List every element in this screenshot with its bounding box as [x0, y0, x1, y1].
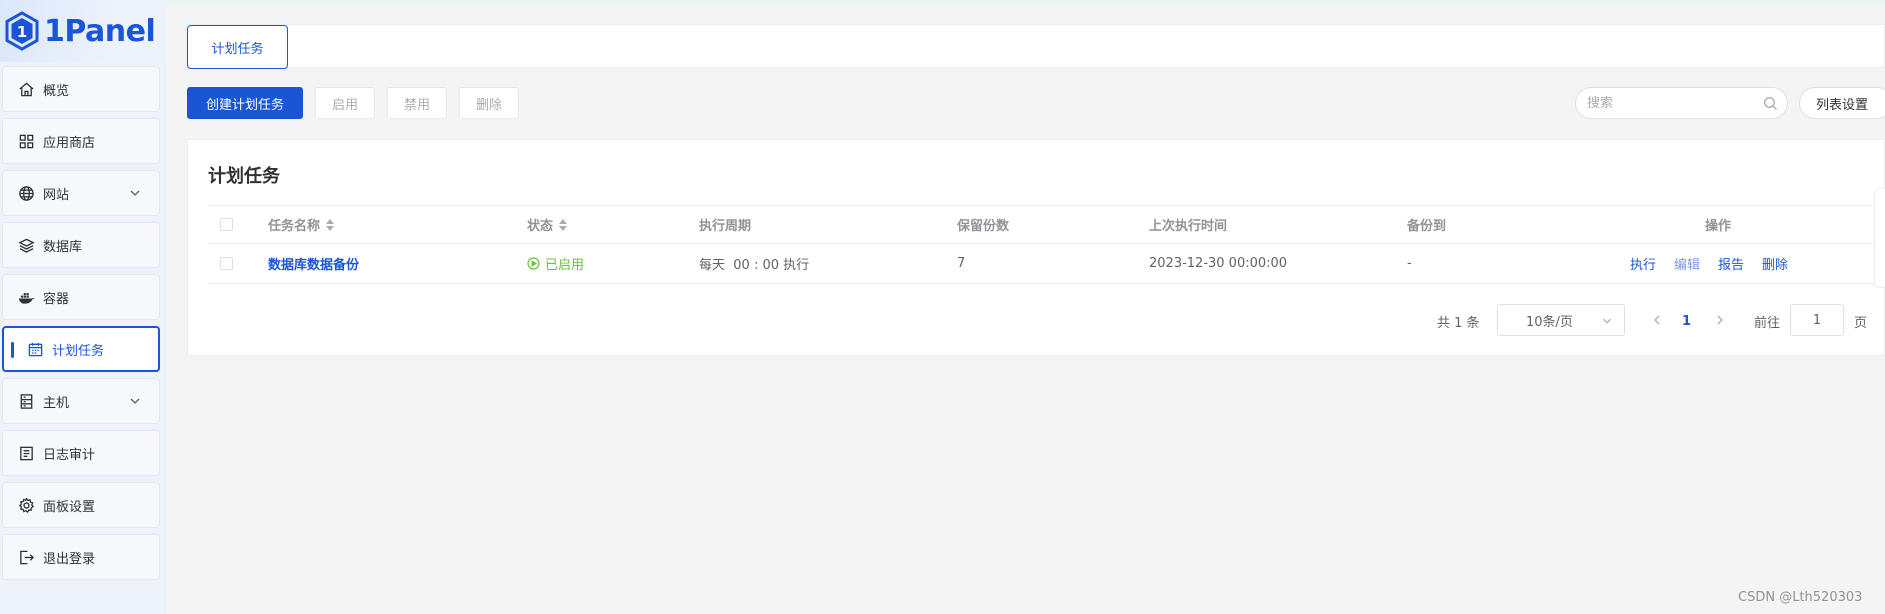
gear-icon [17, 496, 35, 514]
sidebar-item-label: 容器 [43, 291, 70, 307]
enable-button[interactable]: 启用 [315, 87, 375, 119]
top-accent-line [166, 0, 1885, 4]
watermark: CSDN @Lth520303 [1738, 590, 1863, 605]
task-name-link[interactable]: 数据库数据备份 [268, 244, 359, 283]
calendar-icon [26, 340, 44, 358]
sort-icon[interactable] [559, 218, 568, 231]
logo[interactable]: 1 1Panel [0, 0, 166, 62]
column-header-actions: 操作 [1705, 219, 1732, 234]
retain-cell: 7 [957, 256, 966, 271]
sidebar-item-cronjob[interactable]: 计划任务 [2, 326, 160, 372]
backup-to-cell: - [1407, 256, 1412, 271]
chevron-down-icon [1603, 318, 1611, 324]
search-box [1575, 87, 1788, 119]
sidebar-item-overview[interactable]: 概览 [2, 66, 160, 112]
goto-label: 前往 [1754, 315, 1781, 331]
sidebar-item-label: 面板设置 [43, 499, 96, 515]
sidebar-item-website[interactable]: 网站 [2, 170, 160, 216]
sidebar-item-label: 应用商店 [43, 135, 96, 151]
column-header-backup-to: 备份到 [1407, 219, 1447, 234]
sidebar-item-label: 日志审计 [43, 447, 96, 463]
sidebar-item-label: 计划任务 [52, 343, 105, 359]
log-icon [17, 444, 35, 462]
column-header-cycle: 执行周期 [699, 219, 752, 234]
page-size-select[interactable]: 10条/页 [1497, 304, 1625, 336]
status-badge[interactable]: 已启用 [527, 244, 584, 283]
select-all-checkbox[interactable] [220, 206, 233, 243]
column-header-retain: 保留份数 [957, 219, 1010, 234]
side-panel-edge[interactable] [1874, 188, 1885, 288]
tab-bar: 计划任务 [186, 24, 1885, 69]
list-settings-button[interactable]: 列表设置 [1799, 87, 1885, 119]
sidebar-item-panel-settings[interactable]: 面板设置 [2, 482, 160, 528]
column-header-status[interactable]: 状态 [527, 206, 568, 243]
sidebar-item-app-store[interactable]: 应用商店 [2, 118, 160, 164]
cronjob-card: 计划任务 任务名称 状态 执行周期 保留份数 上次执行时间 备份到 操作 数据库… [187, 139, 1885, 356]
card-title: 计划任务 [208, 166, 280, 187]
sidebar-item-label: 退出登录 [43, 551, 96, 567]
cycle-cell: 每天 00 : 00 执行 [699, 258, 810, 273]
globe-icon [17, 184, 35, 202]
sidebar-item-label: 数据库 [43, 239, 83, 255]
sidebar-item-container[interactable]: 容器 [2, 274, 160, 320]
chevron-down-icon [130, 190, 140, 196]
page-number-current[interactable]: 1 [1682, 305, 1691, 337]
sidebar-item-database[interactable]: 数据库 [2, 222, 160, 268]
delete-button[interactable]: 删除 [459, 87, 519, 119]
home-icon [17, 80, 35, 98]
page-suffix: 页 [1854, 315, 1868, 331]
logo-hexagon-icon: 1 [5, 11, 39, 51]
actions-cell: 执行 编辑 报告 删除 [1630, 244, 1806, 283]
sidebar-item-host[interactable]: 主机 [2, 378, 160, 424]
sidebar-item-label: 主机 [43, 395, 70, 411]
create-cronjob-button[interactable]: 创建计划任务 [187, 87, 303, 119]
search-input[interactable] [1587, 95, 1757, 111]
docker-icon [17, 288, 35, 306]
table-row: 数据库数据备份 已启用 每天 00 : 00 执行 7 2023-12-30 0… [208, 244, 1885, 284]
search-icon[interactable] [1763, 96, 1778, 111]
sidebar-item-label: 概览 [43, 83, 70, 99]
disable-button[interactable]: 禁用 [387, 87, 447, 119]
sidebar-item-log-audit[interactable]: 日志审计 [2, 430, 160, 476]
server-icon [17, 392, 35, 410]
play-circle-icon [527, 257, 540, 270]
table-header: 任务名称 状态 执行周期 保留份数 上次执行时间 备份到 操作 [208, 205, 1885, 244]
chevron-down-icon [130, 398, 140, 404]
tab-cronjob[interactable]: 计划任务 [187, 25, 288, 69]
report-link[interactable]: 报告 [1718, 254, 1744, 273]
grid-icon [17, 132, 35, 150]
next-page-icon[interactable] [1715, 313, 1725, 327]
column-header-last-run: 上次执行时间 [1149, 219, 1228, 234]
delete-link[interactable]: 删除 [1762, 254, 1788, 273]
sort-icon[interactable] [326, 218, 335, 231]
prev-page-icon[interactable] [1652, 313, 1662, 327]
pagination-total: 共 1 条 [1437, 315, 1480, 331]
execute-link[interactable]: 执行 [1630, 254, 1656, 273]
edit-link[interactable]: 编辑 [1674, 254, 1700, 273]
sidebar-item-logout[interactable]: 退出登录 [2, 534, 160, 580]
sidebar-item-label: 网站 [43, 187, 70, 203]
svg-text:1: 1 [17, 23, 27, 41]
sidebar: 1 1Panel 概览 应用商店 网站 数据库 容器 计划任务 主机 日志审计 … [0, 0, 166, 614]
layers-icon [17, 236, 35, 254]
column-header-name[interactable]: 任务名称 [268, 206, 335, 243]
row-checkbox[interactable] [220, 244, 233, 283]
last-run-cell: 2023-12-30 00:00:00 [1149, 256, 1288, 271]
logo-text: 1Panel [44, 13, 156, 49]
goto-page-input[interactable]: 1 [1790, 304, 1844, 336]
logout-icon [17, 548, 35, 566]
